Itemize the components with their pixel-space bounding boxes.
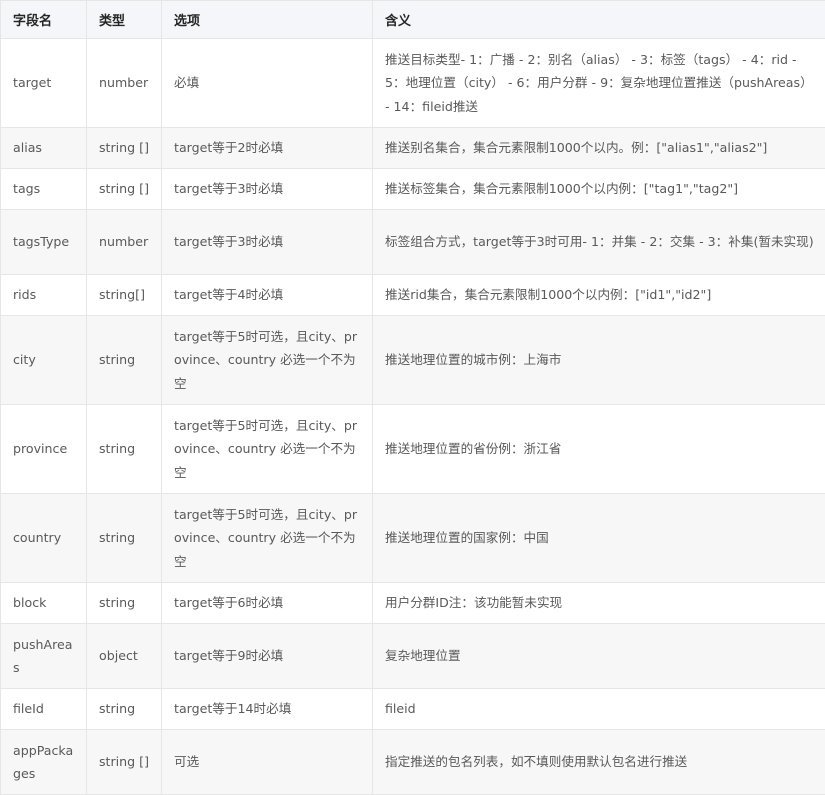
cell-type: string <box>87 316 162 405</box>
cell-meaning: 推送地理位置的省份例：浙江省 <box>373 405 825 494</box>
cell-field: target <box>1 39 87 128</box>
cell-type: number <box>87 39 162 128</box>
cell-option: target等于4时必填 <box>162 275 373 316</box>
cell-field: province <box>1 405 87 494</box>
table-row: tagsType number target等于3时必填 标签组合方式，targ… <box>1 210 825 275</box>
cell-field: city <box>1 316 87 405</box>
cell-meaning: 推送rid集合，集合元素限制1000个以内例：["id1","id2"] <box>373 275 825 316</box>
cell-meaning: 推送地理位置的城市例：上海市 <box>373 316 825 405</box>
table-row: fileId string target等于14时必填 fileid <box>1 689 825 730</box>
cell-field: block <box>1 583 87 624</box>
cell-meaning: fileid <box>373 689 825 730</box>
cell-option: target等于5时可选，且city、province、country 必选一个… <box>162 316 373 405</box>
cell-type: string[] <box>87 275 162 316</box>
cell-meaning: 推送标签集合，集合元素限制1000个以内例：["tag1","tag2"] <box>373 169 825 210</box>
cell-field: tagsType <box>1 210 87 275</box>
header-option: 选项 <box>162 1 373 39</box>
table-header-row: 字段名 类型 选项 含义 <box>1 1 825 39</box>
cell-option: target等于2时必填 <box>162 128 373 169</box>
cell-field: rids <box>1 275 87 316</box>
header-field-name: 字段名 <box>1 1 87 39</box>
cell-type: string [] <box>87 730 162 795</box>
cell-meaning: 复杂地理位置 <box>373 624 825 689</box>
cell-option: target等于9时必填 <box>162 624 373 689</box>
cell-meaning: 用户分群ID注：该功能暂未实现 <box>373 583 825 624</box>
cell-option: target等于6时必填 <box>162 583 373 624</box>
table-row: target number 必填 推送目标类型- 1：广播 - 2：别名（ali… <box>1 39 825 128</box>
cell-type: string <box>87 494 162 583</box>
cell-field: appPackages <box>1 730 87 795</box>
cell-type: number <box>87 210 162 275</box>
cell-option: target等于3时必填 <box>162 169 373 210</box>
cell-type: object <box>87 624 162 689</box>
table-row: appPackages string [] 可选 指定推送的包名列表，如不填则使… <box>1 730 825 795</box>
cell-type: string <box>87 583 162 624</box>
header-meaning: 含义 <box>373 1 825 39</box>
cell-meaning: 推送目标类型- 1：广播 - 2：别名（alias） - 3：标签（tags） … <box>373 39 825 128</box>
cell-option: 可选 <box>162 730 373 795</box>
table-row: block string target等于6时必填 用户分群ID注：该功能暂未实… <box>1 583 825 624</box>
cell-meaning: 指定推送的包名列表，如不填则使用默认包名进行推送 <box>373 730 825 795</box>
params-table: 字段名 类型 选项 含义 target number 必填 推送目标类型- 1：… <box>0 0 825 795</box>
cell-field: country <box>1 494 87 583</box>
cell-meaning: 推送别名集合，集合元素限制1000个以内。例：["alias1","alias2… <box>373 128 825 169</box>
cell-type: string <box>87 405 162 494</box>
cell-option: 必填 <box>162 39 373 128</box>
table-row: pushAreas object target等于9时必填 复杂地理位置 <box>1 624 825 689</box>
table-row: city string target等于5时可选，且city、province、… <box>1 316 825 405</box>
cell-option: target等于3时必填 <box>162 210 373 275</box>
cell-field: alias <box>1 128 87 169</box>
cell-option: target等于5时可选，且city、province、country 必选一个… <box>162 494 373 583</box>
cell-type: string [] <box>87 169 162 210</box>
cell-field: tags <box>1 169 87 210</box>
table-row: alias string [] target等于2时必填 推送别名集合，集合元素… <box>1 128 825 169</box>
cell-meaning: 推送地理位置的国家例：中国 <box>373 494 825 583</box>
cell-option: target等于14时必填 <box>162 689 373 730</box>
header-type: 类型 <box>87 1 162 39</box>
cell-type: string [] <box>87 128 162 169</box>
cell-meaning: 标签组合方式，target等于3时可用- 1：并集 - 2：交集 - 3：补集(… <box>373 210 825 275</box>
table-row: tags string [] target等于3时必填 推送标签集合，集合元素限… <box>1 169 825 210</box>
cell-field: pushAreas <box>1 624 87 689</box>
table-row: province string target等于5时可选，且city、provi… <box>1 405 825 494</box>
table-row: country string target等于5时可选，且city、provin… <box>1 494 825 583</box>
cell-option: target等于5时可选，且city、province、country 必选一个… <box>162 405 373 494</box>
cell-field: fileId <box>1 689 87 730</box>
cell-type: string <box>87 689 162 730</box>
table-row: rids string[] target等于4时必填 推送rid集合，集合元素限… <box>1 275 825 316</box>
